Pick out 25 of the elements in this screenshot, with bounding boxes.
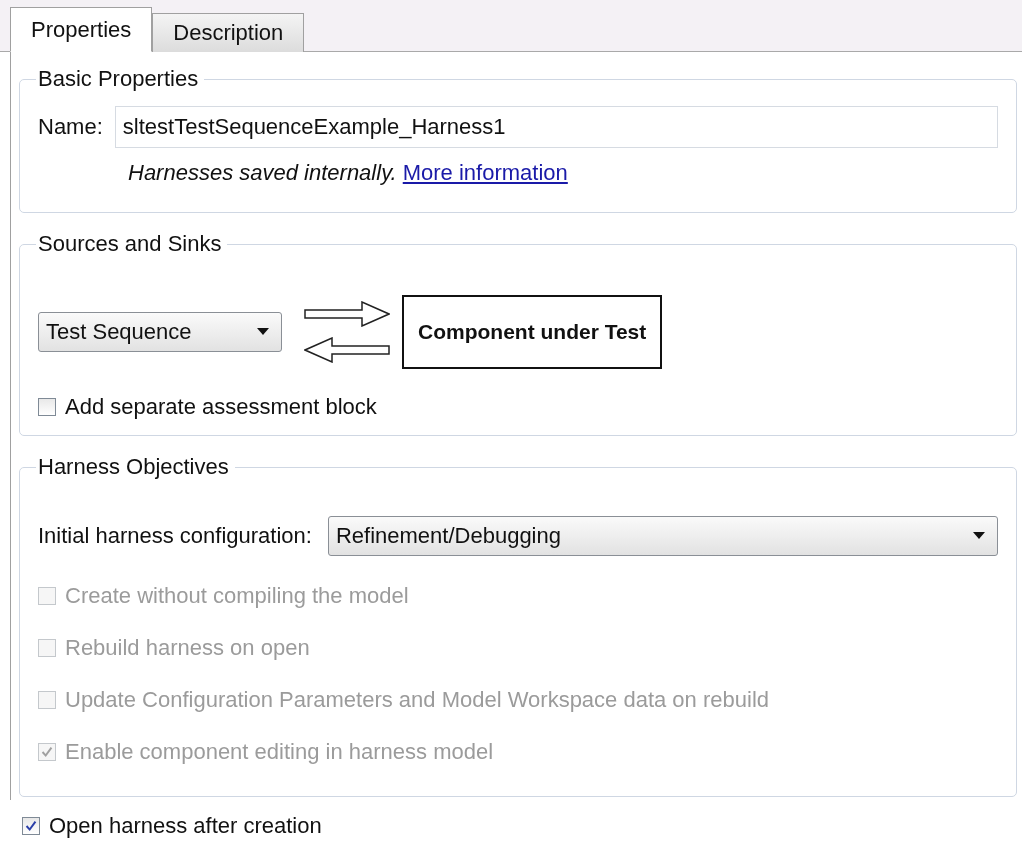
group-title: Basic Properties bbox=[37, 66, 200, 92]
left-arrow-icon bbox=[304, 337, 390, 363]
name-field[interactable]: sltestTestSequenceExample_Harness1 bbox=[114, 106, 998, 148]
checkbox-label: Add separate assessment block bbox=[65, 394, 377, 420]
dropdown[interactable]: Refinement/Debugging bbox=[327, 516, 998, 556]
tab[interactable]: Description bbox=[152, 13, 305, 52]
note-text: Harnesses saved internally. bbox=[128, 160, 397, 185]
field-label: Name: bbox=[38, 114, 103, 140]
tab[interactable]: Properties bbox=[10, 7, 153, 52]
checkbox-label: Rebuild harness on open bbox=[65, 635, 310, 661]
checkbox[interactable] bbox=[38, 398, 56, 416]
checkbox-label: Create without compiling the model bbox=[65, 583, 409, 609]
caret-icon bbox=[257, 328, 269, 336]
more-information-link[interactable]: More information bbox=[402, 160, 568, 185]
right-arrow-icon bbox=[304, 301, 390, 327]
caret-icon bbox=[973, 532, 985, 540]
field-label: Initial harness configuration: bbox=[38, 523, 312, 549]
checkbox-label: Enable component editing in harness model bbox=[65, 739, 494, 765]
checkbox-label: Open harness after creation bbox=[49, 813, 322, 839]
group-title: Harness Objectives bbox=[37, 454, 230, 480]
component-block: Component under Test bbox=[402, 295, 663, 369]
checkbox-label: Update Configuration Parameters and Model Workspace data on rebuild bbox=[65, 687, 769, 713]
checkbox[interactable] bbox=[22, 817, 40, 835]
group-title: Sources and Sinks bbox=[37, 231, 223, 257]
dropdown[interactable]: Test Sequence bbox=[38, 312, 282, 352]
